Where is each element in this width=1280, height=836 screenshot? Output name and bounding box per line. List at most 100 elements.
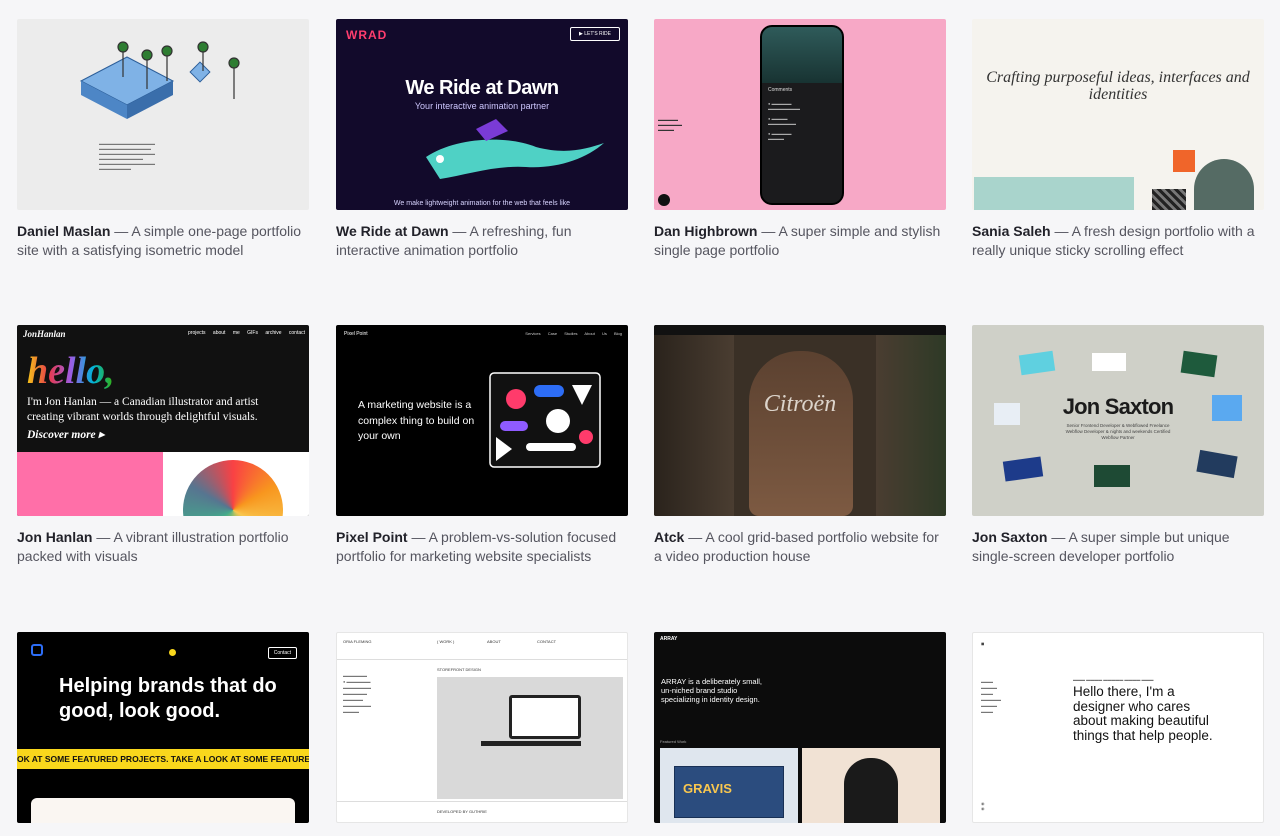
- floating-card: [1196, 449, 1238, 479]
- card-title[interactable]: Atck: [654, 529, 684, 545]
- brand-logo: ◼: [981, 641, 985, 646]
- portfolio-card[interactable]: ARRAY ARRAY is a deliberately small, un-…: [654, 632, 946, 823]
- card-title[interactable]: Pixel Point: [336, 529, 408, 545]
- hero-subhead: Senior Frontend Developer & Webflowed Fr…: [1065, 423, 1171, 440]
- portfolio-card[interactable]: Jon Saxton Senior Frontend Developer & W…: [972, 325, 1264, 566]
- thumbnail-atck[interactable]: Citroën: [654, 325, 946, 516]
- comments-title: Comments: [768, 87, 793, 93]
- hero-footer: We make lightweight animation for the we…: [393, 200, 571, 207]
- card-description: — A cool grid-based portfolio website fo…: [654, 529, 939, 564]
- portfolio-card[interactable]: ◼ ▬▬▬ ▬▬▬▬ ▬▬▬ ▬▬▬▬▬ ▬▬▬▬ ▬▬▬ ▬▬▬ ▬▬▬▬ ▬▬▬▬▬ …: [972, 632, 1264, 823]
- thumbnail-daniel-maslan[interactable]: ▬▬▬▬▬▬▬▬▬▬▬▬▬▬ ▬▬▬▬▬▬▬▬▬▬▬▬▬ ▬▬▬▬▬▬▬▬▬▬▬▬▬…: [17, 19, 309, 210]
- illustration-right: [163, 452, 309, 516]
- brand-logo: ORIA FLEMING: [343, 639, 372, 644]
- project-image: [437, 677, 623, 799]
- portfolio-card[interactable]: WRAD ▶ LET'S RIDE We Ride at Dawn Your i…: [336, 19, 628, 260]
- featured-label: Featured Work: [660, 739, 687, 744]
- portfolio-card[interactable]: ORIA FLEMING ( WORK ) ABOUT CONTACT ▬▬▬▬…: [336, 632, 628, 823]
- hello-lettering: hello,: [27, 350, 115, 392]
- content-panel: [31, 798, 295, 823]
- portfolio-card[interactable]: ▬▬▬▬▬ ▬▬▬▬▬▬ ▬▬▬▬ Comments ● ▬▬▬▬▬ ▬▬▬▬▬▬▬▬…: [654, 19, 946, 260]
- portfolio-card[interactable]: Pixel Point Services Case Studies About …: [336, 325, 628, 566]
- portfolio-card[interactable]: JonHanlan projects about me GIFs archive…: [17, 325, 309, 566]
- project-list-placeholder: ▬▬▬▬▬▬ ● ▬▬▬▬▬▬ ▬▬▬▬▬▬▬ ▬▬▬▬▬▬ ▬▬▬▬▬ ▬▬▬▬▬▬▬ ▬…: [343, 673, 371, 714]
- portfolio-gallery: ▬▬▬▬▬▬▬▬▬▬▬▬▬▬ ▬▬▬▬▬▬▬▬▬▬▬▬▬ ▬▬▬▬▬▬▬▬▬▬▬▬▬…: [0, 0, 1280, 836]
- portfolio-card[interactable]: Contact Helping brands that do good, loo…: [17, 632, 309, 823]
- card-title[interactable]: Jon Saxton: [972, 529, 1047, 545]
- dragon-illustration: [426, 119, 604, 179]
- floating-card: [1094, 465, 1130, 487]
- footer-credit: DEVELOPED BY GUTHRIE: [437, 809, 487, 814]
- divider: [337, 801, 627, 802]
- marquee-band: OK AT SOME FEATURED PROJECTS. TAKE A LOO…: [17, 749, 309, 769]
- brand-logo: ARRAY: [660, 636, 678, 642]
- card-caption: Sania Saleh — A fresh design portfolio w…: [972, 222, 1264, 260]
- floating-card: [1092, 353, 1126, 371]
- thumbnail-helping-brands[interactable]: Contact Helping brands that do good, loo…: [17, 632, 309, 823]
- site-nav: projects about me GIFs archive contact: [188, 330, 305, 336]
- floating-card: [1180, 350, 1218, 378]
- thumbnail-we-ride-at-dawn[interactable]: WRAD ▶ LET'S RIDE We Ride at Dawn Your i…: [336, 19, 628, 210]
- contact-button: Contact: [267, 647, 297, 659]
- thumbnail-hello-there[interactable]: ◼ ▬▬▬ ▬▬▬▬ ▬▬▬ ▬▬▬▬▬ ▬▬▬▬ ▬▬▬ ▬▬▬ ▬▬▬▬ ▬▬▬▬▬ …: [972, 632, 1264, 823]
- nav-work: ( WORK ): [437, 639, 455, 644]
- tag-row-placeholder: ▬▬▬ ▬▬▬▬ ▬▬▬▬▬ ▬▬▬▬ ▬▬▬: [1073, 677, 1154, 682]
- hero-headline: Citroën: [763, 391, 837, 417]
- thumbnail-sania-saleh[interactable]: Crafting purposeful ideas, interfaces an…: [972, 19, 1264, 210]
- portfolio-card[interactable]: ▬▬▬▬▬▬▬▬▬▬▬▬▬▬ ▬▬▬▬▬▬▬▬▬▬▬▬▬ ▬▬▬▬▬▬▬▬▬▬▬▬▬…: [17, 19, 309, 260]
- top-nav-bar: [654, 325, 946, 335]
- card-caption: Daniel Maslan — A simple one-page portfo…: [17, 222, 309, 260]
- shipping-container: GRAVIS: [674, 766, 784, 818]
- illustration-left: [17, 452, 163, 516]
- brand-logo: JonHanlan: [23, 329, 66, 339]
- avatar: [658, 194, 670, 206]
- project-label: STOREFRONT DESIGN: [437, 667, 481, 672]
- divider: [337, 659, 627, 660]
- card-title[interactable]: Sania Saleh: [972, 223, 1051, 239]
- orange-tile: [1173, 150, 1195, 172]
- bio-text-placeholder: ▬▬▬▬▬▬▬▬▬▬▬▬▬▬ ▬▬▬▬▬▬▬▬▬▬▬▬▬ ▬▬▬▬▬▬▬▬▬▬▬▬▬…: [99, 141, 155, 171]
- card-caption: We Ride at Dawn — A refreshing, fun inte…: [336, 222, 628, 260]
- floating-card: [994, 403, 1020, 425]
- social-icons: ◉ ◉: [981, 801, 985, 811]
- pattern-tile: [1152, 189, 1186, 210]
- portrait-image: [749, 351, 853, 516]
- thumbnail-jon-hanlan[interactable]: JonHanlan projects about me GIFs archive…: [17, 325, 309, 516]
- card-caption: Atck — A cool grid-based portfolio websi…: [654, 528, 946, 566]
- hero-headline: Helping brands that do good, look good.: [59, 675, 277, 722]
- floating-card: [1212, 395, 1242, 421]
- nav-contact: CONTACT: [537, 639, 557, 644]
- thumbnail-oria-fleming[interactable]: ORIA FLEMING ( WORK ) ABOUT CONTACT ▬▬▬▬…: [336, 632, 628, 823]
- phone-mockup: Comments ● ▬▬▬▬▬ ▬▬▬▬▬▬▬▬ ● ▬▬▬▬ ▬▬▬▬▬▬▬ ● ▬…: [760, 25, 844, 205]
- card-title[interactable]: We Ride at Dawn: [336, 223, 449, 239]
- card-caption: Dan Highbrown — A super simple and styli…: [654, 222, 946, 260]
- brand-logo-icon: [31, 644, 43, 656]
- hero-headline: ARRAY is a deliberately small, un-niched…: [661, 677, 763, 704]
- yellow-dot: [169, 649, 176, 656]
- card-caption: Jon Saxton — A super simple but unique s…: [972, 528, 1264, 566]
- card-title[interactable]: Daniel Maslan: [17, 223, 110, 239]
- thumbnail-dan-highbrown[interactable]: ▬▬▬▬▬ ▬▬▬▬▬▬ ▬▬▬▬ Comments ● ▬▬▬▬▬ ▬▬▬▬▬▬▬▬…: [654, 19, 946, 210]
- portfolio-card[interactable]: Citroën Atck — A cool grid-based portfol…: [654, 325, 946, 566]
- nav-about: ABOUT: [487, 639, 501, 644]
- portrait-image: [1194, 159, 1254, 210]
- thumbnail-pixel-point[interactable]: Pixel Point Services Case Studies About …: [336, 325, 628, 516]
- thumbnail-jon-saxton[interactable]: Jon Saxton Senior Frontend Developer & W…: [972, 325, 1264, 516]
- discover-link: Discover more ▸: [27, 429, 105, 441]
- featured-image-right: [802, 748, 940, 823]
- side-nav-placeholder: ▬▬▬ ▬▬▬▬ ▬▬▬ ▬▬▬▬▬ ▬▬▬▬ ▬▬▬: [981, 679, 1001, 714]
- shapes-illustration: [489, 372, 601, 468]
- hero-headline: Crafting purposeful ideas, interfaces an…: [986, 69, 1250, 103]
- thumbnail-array[interactable]: ARRAY ARRAY is a deliberately small, un-…: [654, 632, 946, 823]
- teal-panel: [974, 177, 1134, 210]
- background-left: [654, 335, 734, 516]
- card-title[interactable]: Jon Hanlan: [17, 529, 92, 545]
- comment-list-placeholder: ● ▬▬▬▬▬ ▬▬▬▬▬▬▬▬ ● ▬▬▬▬ ▬▬▬▬▬▬▬ ● ▬▬▬▬▬ ▬▬▬▬: [768, 101, 800, 141]
- card-title[interactable]: Dan Highbrown: [654, 223, 757, 239]
- portfolio-card[interactable]: Crafting purposeful ideas, interfaces an…: [972, 19, 1264, 260]
- phone-video-area: [762, 27, 842, 83]
- intro-text: I'm Jon Hanlan — a Canadian illustrator …: [27, 396, 259, 423]
- isometric-model-image: [79, 41, 240, 119]
- card-caption: Jon Hanlan — A vibrant illustration port…: [17, 528, 309, 566]
- hero-headline: Hello there, I'm a designer who cares ab…: [1073, 684, 1213, 743]
